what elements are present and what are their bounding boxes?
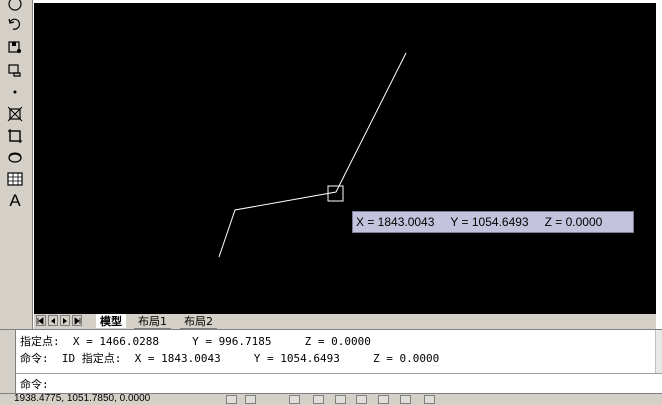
otrack-toggle[interactable]: [356, 395, 367, 404]
next-tab-button[interactable]: [60, 315, 70, 326]
save-icon[interactable]: [5, 37, 25, 57]
prev-tab-button[interactable]: [48, 315, 58, 326]
command-window-grip[interactable]: [0, 330, 16, 394]
drawing-canvas[interactable]: [34, 3, 656, 314]
rotate-icon[interactable]: [5, 0, 25, 14]
polar-toggle[interactable]: [313, 395, 324, 404]
status-coordinates: 1938.4775, 1051.7850, 0.0000: [14, 393, 151, 404]
coordinate-tooltip: X = 1843.0043 Y = 1054.6493 Z = 0.0000: [352, 211, 634, 233]
snap-toggle[interactable]: [226, 395, 237, 404]
point-icon[interactable]: [5, 82, 25, 102]
undo-icon[interactable]: [5, 14, 25, 34]
command-history-line: 命令: ID 指定点: X = 1843.0043 Y = 1054.6493 …: [20, 352, 440, 365]
status-bar: 1938.4775, 1051.7850, 0.0000: [0, 393, 662, 405]
left-toolbar: A: [0, 0, 33, 330]
grid-toggle[interactable]: [245, 395, 256, 404]
command-prompt-label: 命令:: [20, 377, 49, 391]
command-input[interactable]: 命令:: [16, 373, 662, 393]
command-scrollbar[interactable]: [655, 330, 662, 373]
model-toggle[interactable]: [424, 395, 435, 404]
tab-model[interactable]: 模型: [96, 314, 126, 328]
ortho-toggle[interactable]: [289, 395, 300, 404]
text-icon[interactable]: A: [5, 191, 25, 211]
last-tab-button[interactable]: [72, 315, 82, 326]
extend-icon[interactable]: [5, 126, 25, 146]
drawing-geometry: [218, 52, 407, 258]
command-history-line: 指定点: X = 1466.0288 Y = 996.7185 Z = 0.00…: [20, 335, 371, 348]
command-window: 指定点: X = 1466.0288 Y = 996.7185 Z = 0.00…: [0, 329, 662, 394]
region-icon[interactable]: [5, 147, 25, 167]
tooltip-x: X = 1843.0043: [356, 215, 435, 229]
tab-layout2[interactable]: 布局2: [180, 314, 217, 329]
dyn-toggle[interactable]: [378, 395, 389, 404]
tab-layout1[interactable]: 布局1: [134, 314, 171, 329]
layout-tab-bar: 模型 布局1 布局2: [34, 314, 656, 329]
tooltip-z: Z = 0.0000: [544, 215, 603, 229]
first-tab-button[interactable]: [36, 315, 46, 326]
lwt-toggle[interactable]: [400, 395, 411, 404]
trim-icon[interactable]: [5, 104, 25, 124]
open-icon[interactable]: [5, 60, 25, 80]
table-icon[interactable]: [5, 169, 25, 189]
tooltip-y: Y = 1054.6493: [450, 215, 529, 229]
osnap-toggle[interactable]: [335, 395, 346, 404]
